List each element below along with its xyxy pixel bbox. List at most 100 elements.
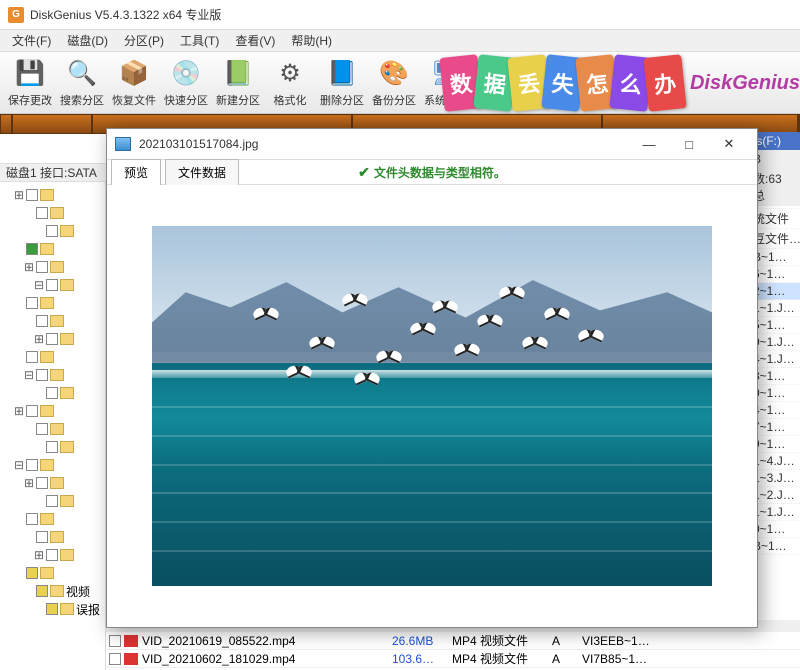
menu-item-3[interactable]: 工具(T) xyxy=(172,30,227,51)
folder-icon xyxy=(40,243,54,255)
expand-icon[interactable]: ⊞ xyxy=(34,332,44,346)
checkbox[interactable] xyxy=(26,243,38,255)
checkbox[interactable] xyxy=(26,459,38,471)
checkbox[interactable] xyxy=(36,585,48,597)
quick-icon: 💿 xyxy=(170,58,202,90)
tab-filedata[interactable]: 文件数据 xyxy=(165,159,239,185)
checkbox[interactable] xyxy=(46,333,58,345)
menu-item-4[interactable]: 查看(V) xyxy=(227,30,283,51)
tree-row[interactable] xyxy=(2,222,103,240)
folder-icon xyxy=(50,207,64,219)
file-row[interactable]: VID_20210619_085522.mp426.6MBMP4 视频文件AVI… xyxy=(106,632,800,650)
checkbox[interactable] xyxy=(26,297,38,309)
menu-bar: 文件(F)磁盘(D)分区(P)工具(T)查看(V)帮助(H) xyxy=(0,30,800,52)
tool-save[interactable]: 💾保存更改 xyxy=(4,56,56,110)
tree-row[interactable] xyxy=(2,384,103,402)
recover-icon: 📦 xyxy=(118,58,150,90)
tree-row[interactable] xyxy=(2,528,103,546)
expand-icon[interactable]: ⊞ xyxy=(14,404,24,418)
close-button[interactable]: ✕ xyxy=(709,130,749,158)
expand-icon[interactable]: ⊟ xyxy=(34,278,44,292)
checkbox[interactable] xyxy=(46,441,58,453)
menu-item-1[interactable]: 磁盘(D) xyxy=(59,30,116,51)
expand-icon[interactable]: ⊟ xyxy=(14,458,24,472)
checkbox[interactable] xyxy=(26,513,38,525)
checkbox[interactable] xyxy=(46,549,58,561)
checkbox[interactable] xyxy=(46,495,58,507)
tree-row[interactable]: ⊞ xyxy=(2,258,103,276)
tree-row[interactable] xyxy=(2,348,103,366)
folder-icon xyxy=(50,531,64,543)
folder-icon xyxy=(50,477,64,489)
checkbox[interactable] xyxy=(36,423,48,435)
tree-panel[interactable]: ⊞⊞⊟⊞⊟⊞⊟⊞⊞视频误报 xyxy=(0,182,106,670)
tree-row[interactable]: 误报 xyxy=(2,600,103,618)
folder-icon xyxy=(60,279,74,291)
folder-icon xyxy=(60,387,74,399)
menu-item-0[interactable]: 文件(F) xyxy=(4,30,59,51)
checkbox[interactable] xyxy=(26,189,38,201)
folder-icon xyxy=(50,423,64,435)
tree-row[interactable]: 视频 xyxy=(2,582,103,600)
tree-row[interactable] xyxy=(2,438,103,456)
folder-icon xyxy=(40,405,54,417)
file-row[interactable]: VID_20210602_181029.mp4103.6…MP4 视频文件AVI… xyxy=(106,650,800,668)
tree-row[interactable]: ⊞ xyxy=(2,474,103,492)
tree-row[interactable]: ⊟ xyxy=(2,366,103,384)
tool-quick[interactable]: 💿快速分区 xyxy=(160,56,212,110)
folder-icon xyxy=(50,315,64,327)
folder-icon xyxy=(60,549,74,561)
checkbox[interactable] xyxy=(46,225,58,237)
tree-row[interactable]: ⊞ xyxy=(2,402,103,420)
checkbox[interactable] xyxy=(36,369,48,381)
checkbox[interactable] xyxy=(109,635,121,647)
tree-row[interactable] xyxy=(2,312,103,330)
tree-row[interactable] xyxy=(2,492,103,510)
tree-row[interactable] xyxy=(2,204,103,222)
expand-icon[interactable]: ⊞ xyxy=(14,188,24,202)
tool-search[interactable]: 🔍搜索分区 xyxy=(56,56,108,110)
checkbox[interactable] xyxy=(26,405,38,417)
checkbox[interactable] xyxy=(36,261,48,273)
menu-item-5[interactable]: 帮助(H) xyxy=(283,30,340,51)
folder-icon xyxy=(60,333,74,345)
tool-new[interactable]: 📗新建分区 xyxy=(212,56,264,110)
folder-icon xyxy=(60,603,74,615)
minimize-button[interactable]: ― xyxy=(629,130,669,158)
expand-icon[interactable]: ⊞ xyxy=(34,548,44,562)
tree-row[interactable]: ⊟ xyxy=(2,456,103,474)
checkbox[interactable] xyxy=(46,603,58,615)
app-title: DiskGenius V5.4.3.1322 x64 专业版 xyxy=(30,6,221,23)
expand-icon[interactable]: ⊞ xyxy=(24,476,34,490)
checkbox[interactable] xyxy=(26,567,38,579)
tree-row[interactable] xyxy=(2,294,103,312)
checkbox[interactable] xyxy=(36,315,48,327)
tool-recover[interactable]: 📦恢复文件 xyxy=(108,56,160,110)
checkbox[interactable] xyxy=(36,531,48,543)
checkbox[interactable] xyxy=(36,207,48,219)
preview-window: 202103101517084.jpg ― □ ✕ 预览 文件数据 文件头数据与… xyxy=(106,128,758,628)
tree-row[interactable]: ⊞ xyxy=(2,330,103,348)
maximize-button[interactable]: □ xyxy=(669,130,709,158)
menu-item-2[interactable]: 分区(P) xyxy=(116,30,172,51)
tool-delete[interactable]: 📘删除分区 xyxy=(316,56,368,110)
toolbar: 💾保存更改🔍搜索分区📦恢复文件💿快速分区📗新建分区⚙格式化📘删除分区🎨备份分区🖥… xyxy=(0,52,800,114)
checkbox[interactable] xyxy=(46,279,58,291)
expand-icon[interactable]: ⊞ xyxy=(24,260,34,274)
tree-row[interactable]: ⊟ xyxy=(2,276,103,294)
tree-row[interactable] xyxy=(2,420,103,438)
tool-format[interactable]: ⚙格式化 xyxy=(264,56,316,110)
checkbox[interactable] xyxy=(36,477,48,489)
tree-row[interactable] xyxy=(2,240,103,258)
tab-preview[interactable]: 预览 xyxy=(111,159,161,185)
checkbox[interactable] xyxy=(46,387,58,399)
tool-backup[interactable]: 🎨备份分区 xyxy=(368,56,420,110)
expand-icon[interactable]: ⊟ xyxy=(24,368,34,382)
tree-row[interactable] xyxy=(2,564,103,582)
checkbox[interactable] xyxy=(26,351,38,363)
checkbox[interactable] xyxy=(109,653,121,665)
tree-row[interactable]: ⊞ xyxy=(2,546,103,564)
tree-row[interactable] xyxy=(2,510,103,528)
tree-row[interactable]: ⊞ xyxy=(2,186,103,204)
preview-filename: 202103101517084.jpg xyxy=(139,137,629,151)
